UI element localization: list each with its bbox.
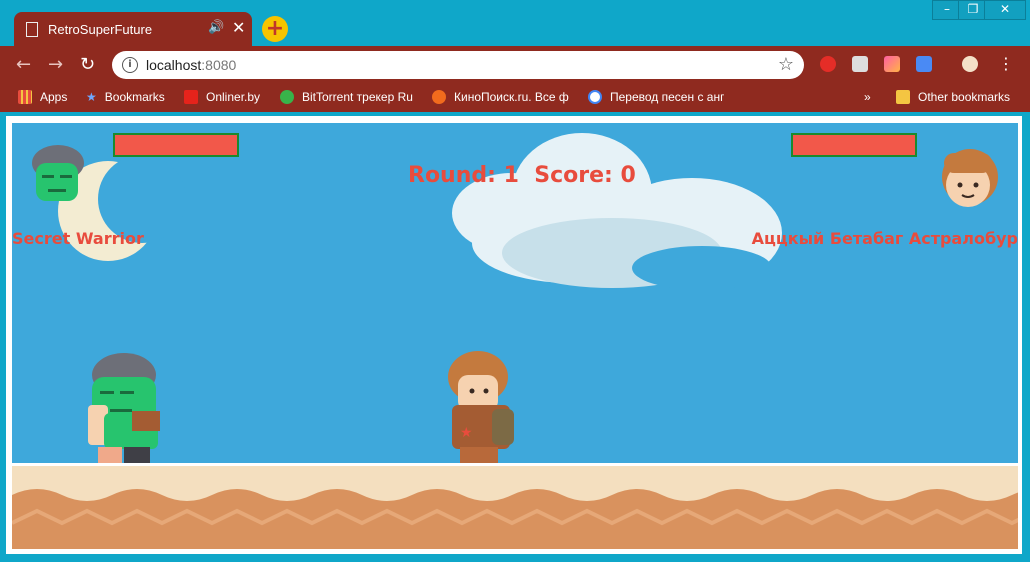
bookmarks-overflow-button[interactable]: » [864,90,871,104]
round-score-display: Round: 1 Score: 0 [408,163,636,188]
star-icon: ★ [86,90,97,104]
bookmark-bookmarks[interactable]: ★ Bookmarks [86,90,165,104]
apps-grid-icon [18,90,32,104]
ground-pattern [12,463,1018,549]
document-icon [26,22,38,37]
address-bar[interactable]: i localhost:8080 ☆ [112,51,804,79]
svg-text:★: ★ [460,425,473,441]
tab-title: RetroSuperFuture [48,22,153,37]
info-icon[interactable]: i [122,57,138,73]
bookmarks-bar: Apps ★ Bookmarks Onliner.by BitTorrent тр… [0,84,1030,112]
player1-avatar [32,145,84,201]
adblock-extension-icon[interactable] [820,56,836,72]
bookmark-apps[interactable]: Apps [18,90,67,104]
browser-toolbar: ← → ↻ i localhost:8080 ☆ ⋮ [0,46,1030,84]
bookmark-star-icon[interactable]: ☆ [778,54,794,75]
camera-extension-icon[interactable] [852,56,868,72]
player1-name: Secret Warrior [12,229,144,248]
close-window-button[interactable]: ✕ [984,0,1026,20]
cloud [452,133,782,290]
bookmark-bittorrent[interactable]: BitTorrent трекер Ru [280,90,416,104]
browser-tab[interactable]: RetroSuperFuture 🔊 ✕ [14,12,252,48]
google-translate-extension-icon[interactable] [916,56,932,72]
reload-icon[interactable]: ↻ [80,54,95,75]
player2-avatar [942,149,998,207]
player2-name: Аццкый Бетабаг Астралобур [751,229,1018,248]
bookmark-onliner[interactable]: Onliner.by [184,90,260,104]
gradient-extension-icon[interactable] [884,56,900,72]
speaker-icon[interactable]: 🔊 [208,20,224,35]
new-tab-button[interactable]: + [262,16,288,42]
other-bookmarks[interactable]: Other bookmarks [896,90,1010,104]
player1-fighter[interactable] [88,353,160,463]
folder-icon [896,90,910,104]
browser-window: RetroSuperFuture 🔊 ✕ + – ❐ ✕ ← → ↻ i loc… [0,0,1030,562]
score-value: 0 [620,163,636,188]
bookmark-kinopoisk[interactable]: КиноПоиск.ru. Все ф [432,90,572,104]
tab-strip: RetroSuperFuture 🔊 ✕ + – ❐ ✕ [0,0,1030,48]
close-tab-icon[interactable]: ✕ [232,18,245,37]
back-icon[interactable]: ← [16,54,31,75]
translate-icon [588,90,602,104]
film-reel-icon [432,90,446,104]
torrent-icon [280,90,294,104]
player1-health-bar [113,133,239,157]
round-value: 1 [503,163,519,188]
forward-icon[interactable]: → [48,54,63,75]
player2-health-bar [791,133,917,157]
player2-fighter[interactable]: ★ [448,351,514,463]
game-canvas[interactable]: ★ Round: 1 Score: 0 Secret Warrior Аццкы… [12,123,1018,549]
profile-avatar[interactable] [962,56,978,72]
onliner-icon [184,90,198,104]
menu-kebab-icon[interactable]: ⋮ [998,54,1014,73]
bookmark-translate[interactable]: Перевод песен с анг [588,90,724,104]
url-text: localhost:8080 [146,57,237,73]
